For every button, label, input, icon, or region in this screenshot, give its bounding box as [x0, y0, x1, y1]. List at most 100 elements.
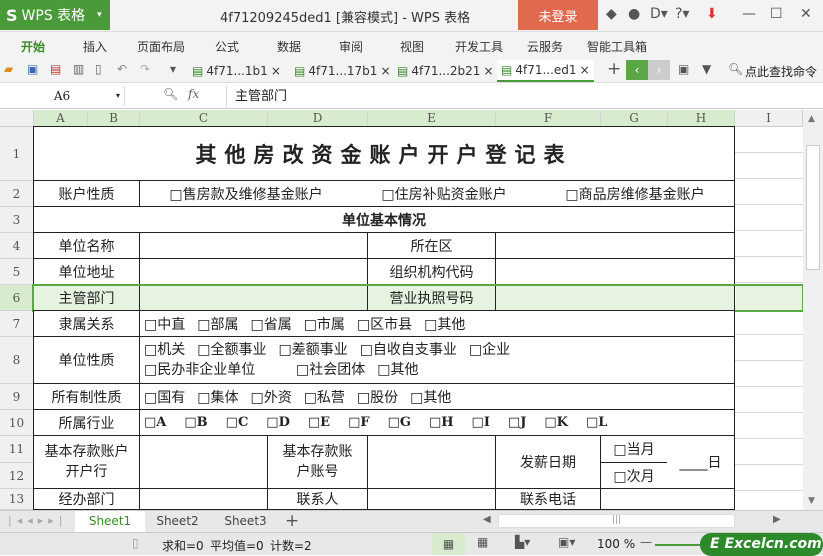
- cell-label[interactable]: 经办部门: [33, 488, 140, 510]
- cell-label[interactable]: 组织机构代码: [367, 258, 496, 285]
- column-header[interactable]: E: [368, 110, 496, 127]
- cell-label[interactable]: 基本存款账户账号: [267, 435, 368, 489]
- cell-label[interactable]: 隶属关系: [33, 310, 140, 337]
- cell-label[interactable]: 单位地址: [33, 258, 140, 285]
- scroll-left-icon[interactable]: ◀: [483, 514, 491, 525]
- cell-input[interactable]: [139, 284, 368, 311]
- checkbox-option[interactable]: □股份: [357, 387, 398, 407]
- settings-icon[interactable]: ●: [628, 6, 640, 22]
- section-heading[interactable]: 单位基本情况: [33, 206, 735, 233]
- zoom-function-icon[interactable]: 🔍︎: [163, 87, 178, 101]
- row-header[interactable]: 9: [0, 384, 34, 410]
- new-tab-icon[interactable]: +: [607, 59, 621, 79]
- checkbox-option[interactable]: □全额事业: [197, 340, 266, 360]
- cell-input[interactable]: [495, 232, 735, 259]
- tab-next-icon[interactable]: ›: [648, 60, 670, 80]
- search-command[interactable]: 点此查找命令: [745, 63, 817, 80]
- reading-mode-icon[interactable]: ▣▾: [558, 535, 575, 549]
- checkbox-option[interactable]: □企业: [469, 340, 510, 360]
- menu-view[interactable]: 视图: [400, 38, 424, 55]
- unit-nature-options[interactable]: □机关 □全额事业 □差额事业 □自收自支事业 □企业 □民办非企业单位 □社会团体 □其他: [139, 336, 735, 384]
- print-icon[interactable]: ▥: [73, 62, 84, 76]
- close-tab-icon[interactable]: ×: [271, 64, 281, 78]
- industry-options[interactable]: □A □B □C □D □E □F □G □H □I □J □K □L: [139, 409, 735, 436]
- help-icon[interactable]: ?▾: [675, 6, 689, 22]
- export-pdf-icon[interactable]: ▤: [50, 62, 61, 76]
- checkbox-option[interactable]: □G: [388, 415, 411, 430]
- cell-input[interactable]: [367, 488, 496, 510]
- cell-label[interactable]: 所属行业: [33, 409, 140, 436]
- row-header[interactable]: 7: [0, 311, 34, 337]
- checkbox-option[interactable]: □住房补贴资金账户: [381, 184, 506, 204]
- cell-input[interactable]: [139, 488, 268, 510]
- scroll-right-icon[interactable]: ▶: [773, 514, 781, 525]
- row-header[interactable]: 11: [0, 436, 34, 463]
- minimize-icon[interactable]: —: [742, 6, 756, 22]
- column-header[interactable]: C: [140, 110, 268, 127]
- doc-tab[interactable]: ▤ 4f71...17b1 ×: [290, 60, 395, 82]
- scroll-down-icon[interactable]: ▼: [808, 496, 815, 506]
- cell-label[interactable]: 账户性质: [33, 180, 140, 207]
- checkbox-option[interactable]: □部属: [197, 314, 238, 334]
- column-header[interactable]: H: [668, 110, 735, 127]
- checkbox-option[interactable]: □J: [508, 415, 526, 430]
- column-header[interactable]: D: [268, 110, 368, 127]
- sheet-tab[interactable]: Sheet2: [145, 511, 210, 532]
- checkbox-option[interactable]: □E: [308, 415, 330, 430]
- more-icon[interactable]: ▾: [170, 62, 176, 76]
- sheet-nav-icons[interactable]: |◂◂▸▸|: [8, 514, 68, 527]
- checkbox-option[interactable]: □售房款及维修基金账户: [169, 184, 322, 204]
- page-break-view-icon[interactable]: ▦: [477, 535, 488, 549]
- checkbox-option[interactable]: □其他: [424, 314, 465, 334]
- open-icon[interactable]: ▰: [4, 62, 13, 76]
- zoom-slider[interactable]: [655, 544, 705, 546]
- fx-icon[interactable]: fx: [188, 87, 199, 101]
- share-icon[interactable]: D▾: [650, 6, 668, 22]
- checkbox-option[interactable]: □H: [429, 415, 454, 430]
- menu-home[interactable]: 开始: [21, 38, 45, 55]
- horizontal-scrollbar[interactable]: |||: [498, 514, 735, 528]
- ownership-options[interactable]: □国有 □集体 □外资 □私营 □股份 □其他: [139, 383, 735, 410]
- sheet-tab-active[interactable]: Sheet1: [75, 511, 145, 532]
- checkbox-option[interactable]: □D: [266, 415, 290, 430]
- cell-input[interactable]: [495, 258, 735, 285]
- print-preview-icon[interactable]: ▯: [95, 62, 102, 76]
- row-header[interactable]: 6: [0, 285, 34, 311]
- row-header[interactable]: 12: [0, 463, 34, 489]
- maximize-icon[interactable]: ☐: [770, 6, 783, 22]
- checkbox-option[interactable]: □B: [184, 415, 207, 430]
- menu-page-layout[interactable]: 页面布局: [137, 38, 185, 55]
- cell-label[interactable]: 营业执照号码: [367, 284, 496, 311]
- cell-label[interactable]: 单位性质: [33, 336, 140, 384]
- download-icon[interactable]: ⬇: [706, 6, 718, 22]
- pay-day-field[interactable]: ____日: [667, 435, 735, 489]
- doc-tab-active[interactable]: ▤ 4f71...ed1 ×: [497, 60, 594, 82]
- add-sheet-icon[interactable]: +: [285, 511, 299, 531]
- redo-icon[interactable]: ↷: [140, 62, 150, 76]
- row-header[interactable]: 2: [0, 181, 34, 207]
- save-icon[interactable]: ▣: [27, 62, 38, 76]
- normal-view-icon[interactable]: ▦: [432, 533, 465, 555]
- checkbox-option[interactable]: □C: [226, 415, 249, 430]
- cell-input[interactable]: [600, 488, 735, 510]
- scroll-up-icon[interactable]: ▲: [808, 114, 815, 124]
- column-header[interactable]: G: [601, 110, 668, 127]
- chevron-down-icon[interactable]: ▾: [116, 86, 120, 106]
- cell-label[interactable]: 基本存款账户开户行: [33, 435, 140, 489]
- cell-input[interactable]: [139, 435, 268, 489]
- checkbox-option[interactable]: □F: [348, 415, 370, 430]
- selected-cell-a6[interactable]: 主管部门: [33, 284, 140, 311]
- menu-developer[interactable]: 开发工具: [455, 38, 503, 55]
- checkbox-next-month[interactable]: □次月: [600, 462, 668, 489]
- checkbox-option[interactable]: □中直: [144, 314, 185, 334]
- skin-icon[interactable]: ◆: [606, 6, 617, 22]
- checkbox-option[interactable]: □社会团体: [296, 360, 365, 380]
- checkbox-option[interactable]: □I: [472, 415, 490, 430]
- cell-label[interactable]: 联系人: [267, 488, 368, 510]
- cell-input[interactable]: [139, 258, 368, 285]
- checkbox-option[interactable]: □机关: [144, 340, 185, 360]
- select-all[interactable]: [0, 110, 34, 127]
- checkbox-option[interactable]: □差额事业: [278, 340, 347, 360]
- clipboard-icon[interactable]: ▯: [132, 536, 139, 550]
- freeze-panes-icon[interactable]: ▙▾: [515, 535, 530, 549]
